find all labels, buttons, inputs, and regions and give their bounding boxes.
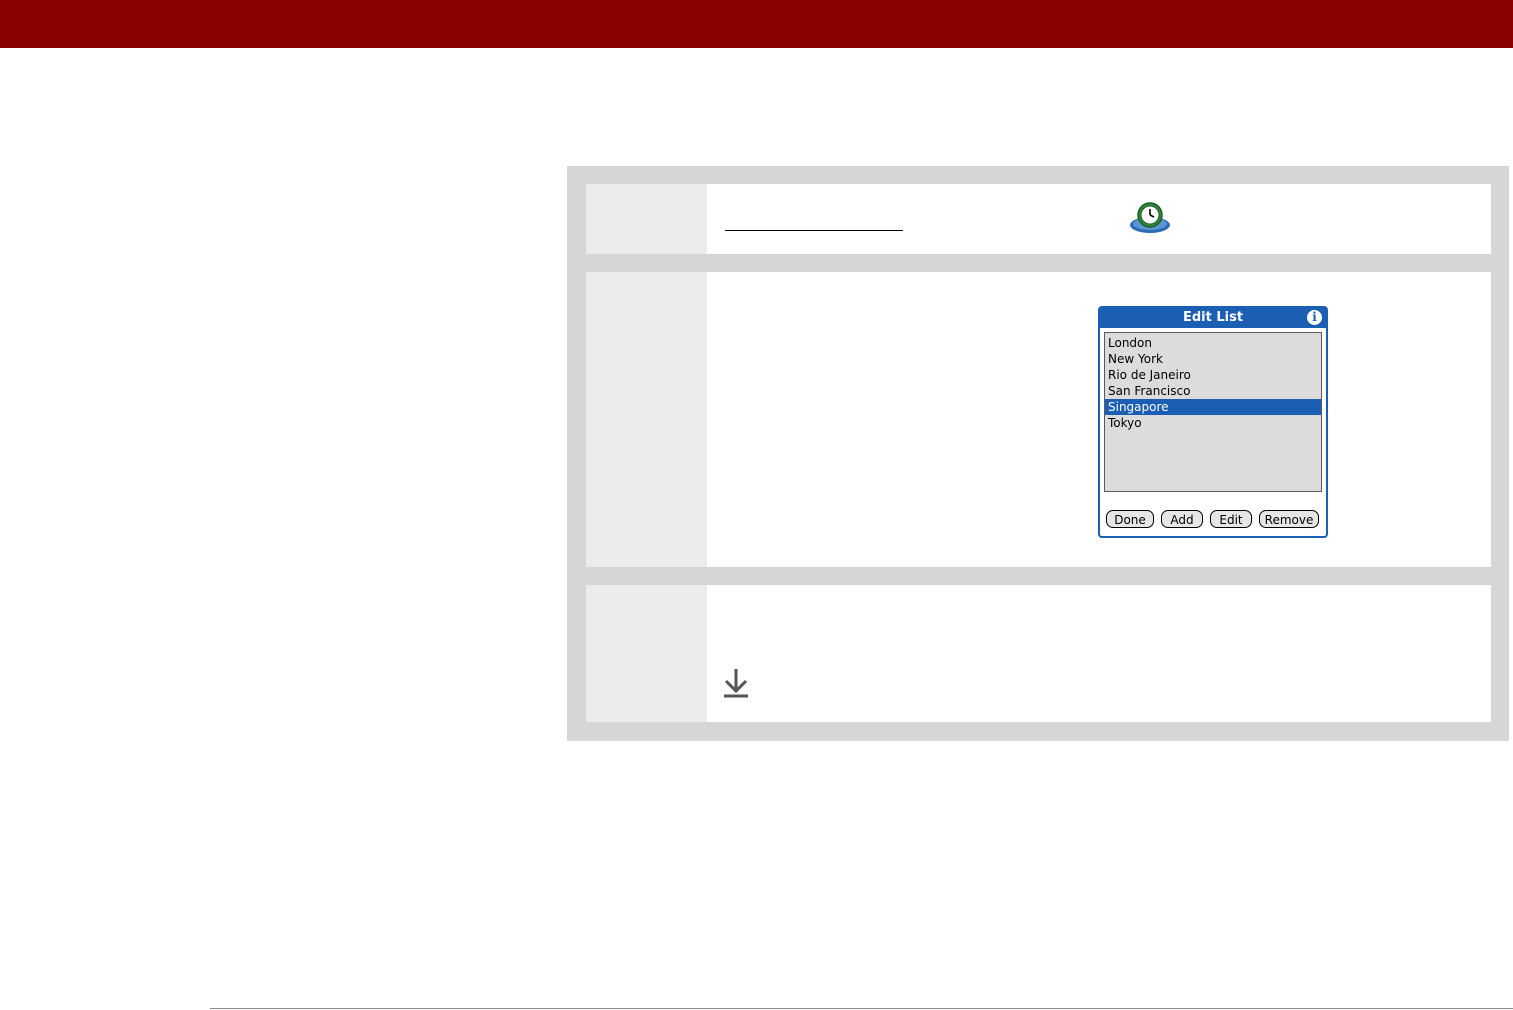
footer-divider — [210, 1008, 1513, 1009]
step-number-cell — [586, 272, 707, 567]
page: Edit List i London New York Rio de Janeiro… — [0, 0, 1513, 1010]
info-icon[interactable]: i — [1307, 310, 1322, 325]
edit-list-dialog: Edit List i London New York Rio de Janeiro… — [1098, 306, 1328, 538]
edit-button[interactable]: Edit — [1210, 510, 1252, 528]
step-row-3 — [586, 585, 1491, 722]
steps-panel: Edit List i London New York Rio de Janeiro… — [567, 166, 1509, 741]
list-item[interactable]: San Francisco — [1105, 383, 1321, 399]
step-content — [707, 184, 1491, 254]
add-button[interactable]: Add — [1161, 510, 1203, 528]
top-header-bar — [0, 0, 1513, 48]
download-arrow-icon — [724, 669, 748, 698]
list-item[interactable]: Tokyo — [1105, 415, 1321, 431]
dialog-title-bar: Edit List i — [1100, 308, 1326, 328]
step-content — [707, 585, 1491, 722]
done-button[interactable]: Done — [1106, 510, 1154, 528]
step-content: Edit List i London New York Rio de Janeiro… — [707, 272, 1491, 567]
city-list[interactable]: London New York Rio de Janeiro San Francisc… — [1104, 332, 1322, 492]
remove-button[interactable]: Remove — [1259, 510, 1319, 528]
list-item[interactable]: London — [1105, 335, 1321, 351]
list-item[interactable]: Rio de Janeiro — [1105, 367, 1321, 383]
dialog-title: Edit List — [1182, 310, 1244, 325]
world-clock-icon — [1130, 202, 1170, 233]
step-row-2: Edit List i London New York Rio de Janeiro… — [586, 272, 1491, 567]
step-row-1 — [586, 184, 1491, 254]
list-item[interactable]: New York — [1105, 351, 1321, 367]
list-item[interactable]: Singapore — [1105, 399, 1321, 415]
step-number-cell — [586, 184, 707, 254]
step-number-cell — [586, 585, 707, 722]
hyperlink-underline[interactable] — [725, 230, 903, 231]
dialog-button-row: Done Add Edit Remove — [1106, 510, 1322, 530]
